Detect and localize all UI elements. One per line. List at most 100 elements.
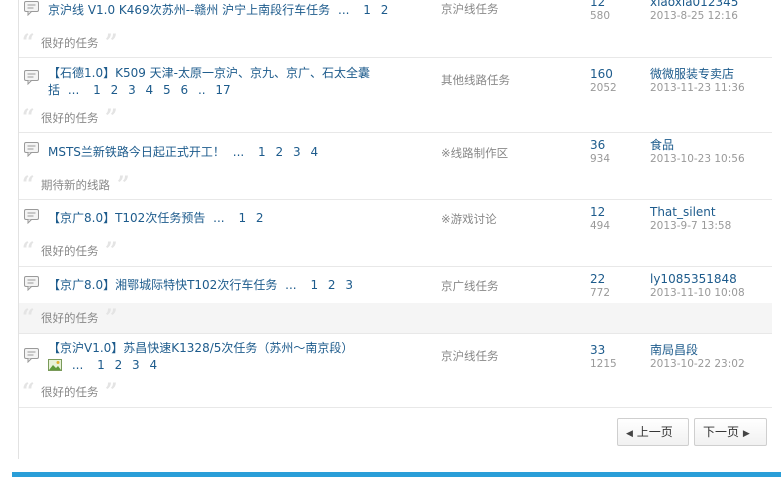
page-link-4[interactable]: 4 [310, 145, 318, 159]
quote-open-icon: “ [22, 305, 35, 331]
page-ellipsis: ... [67, 83, 80, 97]
page-link-2[interactable]: 2 [276, 145, 284, 159]
page-link-1[interactable]: 1 [363, 3, 371, 17]
row-divider [19, 407, 772, 408]
page-link-1[interactable]: 1 [310, 278, 318, 292]
last-post-time: 2013-11-23 11:36 [650, 82, 745, 94]
topic-title-link-continued[interactable]: 括 [48, 83, 60, 97]
topic-pages: 1 2 [357, 3, 388, 17]
page-link-5[interactable]: 5 [163, 83, 171, 97]
topic-pages: 1 2 [232, 211, 263, 225]
page-link-1[interactable]: 1 [238, 211, 246, 225]
speech-bubble-icon [23, 69, 41, 85]
topic-quote: “ 很好的任务 ” [19, 103, 772, 133]
last-post-time: 2013-11-10 10:08 [650, 287, 745, 299]
topic-title-link[interactable]: 【京沪V1.0】苏昌快速K1328/5次任务（苏州～南京段） [48, 341, 353, 355]
page-link-1[interactable]: 1 [97, 358, 105, 372]
page-link-2[interactable]: 2 [381, 3, 389, 17]
view-count: 772 [590, 287, 611, 299]
reply-count: 36 [590, 138, 606, 152]
last-poster-link[interactable]: That_silent [650, 204, 775, 220]
forum-link[interactable]: 京沪线任务 [441, 1, 499, 17]
page-link-2[interactable]: 2 [115, 358, 123, 372]
speech-bubble-icon [23, 141, 41, 157]
page-ellipsis: ... [232, 145, 245, 159]
page-link-1[interactable]: 1 [93, 83, 101, 97]
quote-text: 很好的任务 [41, 244, 99, 258]
next-page-button[interactable]: 下一页 ▶ [694, 418, 767, 446]
last-post-time: 2013-10-22 23:02 [650, 358, 745, 370]
page-link-3[interactable]: 3 [128, 83, 136, 97]
forum-link[interactable]: 京广线任务 [441, 278, 499, 294]
last-poster-link[interactable]: ly1085351848 [650, 271, 775, 287]
row-divider [19, 57, 772, 58]
topic-title-link[interactable]: 【京广8.0】湘鄂城际特快T102次行车任务 [48, 278, 277, 292]
speech-bubble-icon [23, 275, 41, 291]
topic-title-link[interactable]: 京沪线 V1.0 K469次苏州--赣州 沪宁上南段行车任务 [48, 3, 330, 17]
view-count: 2052 [590, 82, 617, 94]
topic-title-link[interactable]: 【京广8.0】T102次任务预告 [48, 211, 205, 225]
view-count: 494 [590, 220, 611, 232]
page-ellipsis: ... [338, 3, 350, 17]
reply-count: 22 [590, 272, 606, 286]
page-link-3[interactable]: 3 [132, 358, 140, 372]
row-divider [19, 266, 772, 267]
quote-open-icon: “ [22, 379, 35, 405]
quote-text: 很好的任务 [41, 36, 99, 50]
topic-quote: “ 很好的任务 ” [19, 28, 772, 58]
view-count: 1215 [590, 358, 617, 370]
speech-bubble-icon [23, 208, 41, 224]
topic-quote: “ 期待新的线路 ” [19, 170, 772, 200]
quote-text: 期待新的线路 [41, 178, 110, 192]
page-link-2[interactable]: 2 [256, 211, 264, 225]
page-link-2[interactable]: 2 [111, 83, 119, 97]
topic-pages: 1 2 3 4 [91, 358, 157, 372]
triangle-left-icon: ◀ [626, 429, 633, 439]
footer-accent-bar [12, 472, 781, 477]
quote-open-icon: “ [22, 30, 35, 56]
reply-count: 12 [590, 0, 606, 9]
last-poster-link[interactable]: 食品 [650, 137, 775, 153]
topic-quote: “ 很好的任务 ” [19, 303, 772, 333]
last-poster-link[interactable]: 微微服装专卖店 [650, 66, 775, 82]
topic-list-panel: 京沪线 V1.0 K469次苏州--赣州 沪宁上南段行车任务 ... 1 2 京… [18, 0, 781, 459]
forum-link[interactable]: ※线路制作区 [441, 145, 508, 161]
topic-pages: 1 2 3 4 [252, 145, 318, 159]
quote-close-icon: ” [105, 379, 118, 405]
page-link-4[interactable]: 4 [150, 358, 158, 372]
page-link-3[interactable]: 3 [345, 278, 353, 292]
speech-bubble-icon [23, 0, 41, 16]
page-link-2[interactable]: 2 [328, 278, 336, 292]
row-divider [19, 333, 772, 334]
page-link-3[interactable]: 3 [293, 145, 301, 159]
forum-link[interactable]: 京沪线任务 [441, 348, 499, 364]
page-link-17[interactable]: 17 [215, 83, 230, 97]
reply-count: 33 [590, 343, 606, 357]
quote-open-icon: “ [22, 105, 35, 131]
quote-close-icon: ” [105, 105, 118, 131]
topic-title-link[interactable]: MSTS兰新铁路今日起正式开工！ [48, 145, 225, 159]
triangle-right-icon: ▶ [742, 429, 750, 439]
reply-count: 160 [590, 67, 613, 81]
speech-bubble-icon [23, 347, 41, 363]
page-ellipsis: ... [285, 278, 297, 292]
quote-close-icon: ” [117, 172, 130, 198]
forum-link[interactable]: 其他线路任务 [441, 72, 510, 88]
last-poster-link[interactable]: 南局昌段 [650, 342, 775, 358]
last-poster-link[interactable]: xiaoxia012345 [650, 0, 775, 10]
row-divider [19, 132, 772, 133]
page-gap: .. [197, 83, 206, 97]
quote-text: 很好的任务 [41, 311, 99, 325]
view-count: 580 [590, 10, 611, 22]
forum-link[interactable]: ※游戏讨论 [441, 211, 497, 227]
topic-title-link[interactable]: 【石德1.0】K509 天津-太原一京沪、京九、京广、石太全囊 [48, 66, 370, 80]
topic-pages: 1 2 3 4 5 6 .. 17 [87, 83, 231, 97]
page-link-6[interactable]: 6 [180, 83, 188, 97]
last-post-time: 2013-8-25 12:16 [650, 10, 738, 22]
page-ellipsis: ... [213, 211, 225, 225]
prev-page-button[interactable]: ◀ 上一页 [617, 418, 689, 446]
page-link-1[interactable]: 1 [258, 145, 266, 159]
page-link-4[interactable]: 4 [146, 83, 154, 97]
page-ellipsis: ... [71, 358, 84, 372]
quote-text: 很好的任务 [41, 111, 99, 125]
